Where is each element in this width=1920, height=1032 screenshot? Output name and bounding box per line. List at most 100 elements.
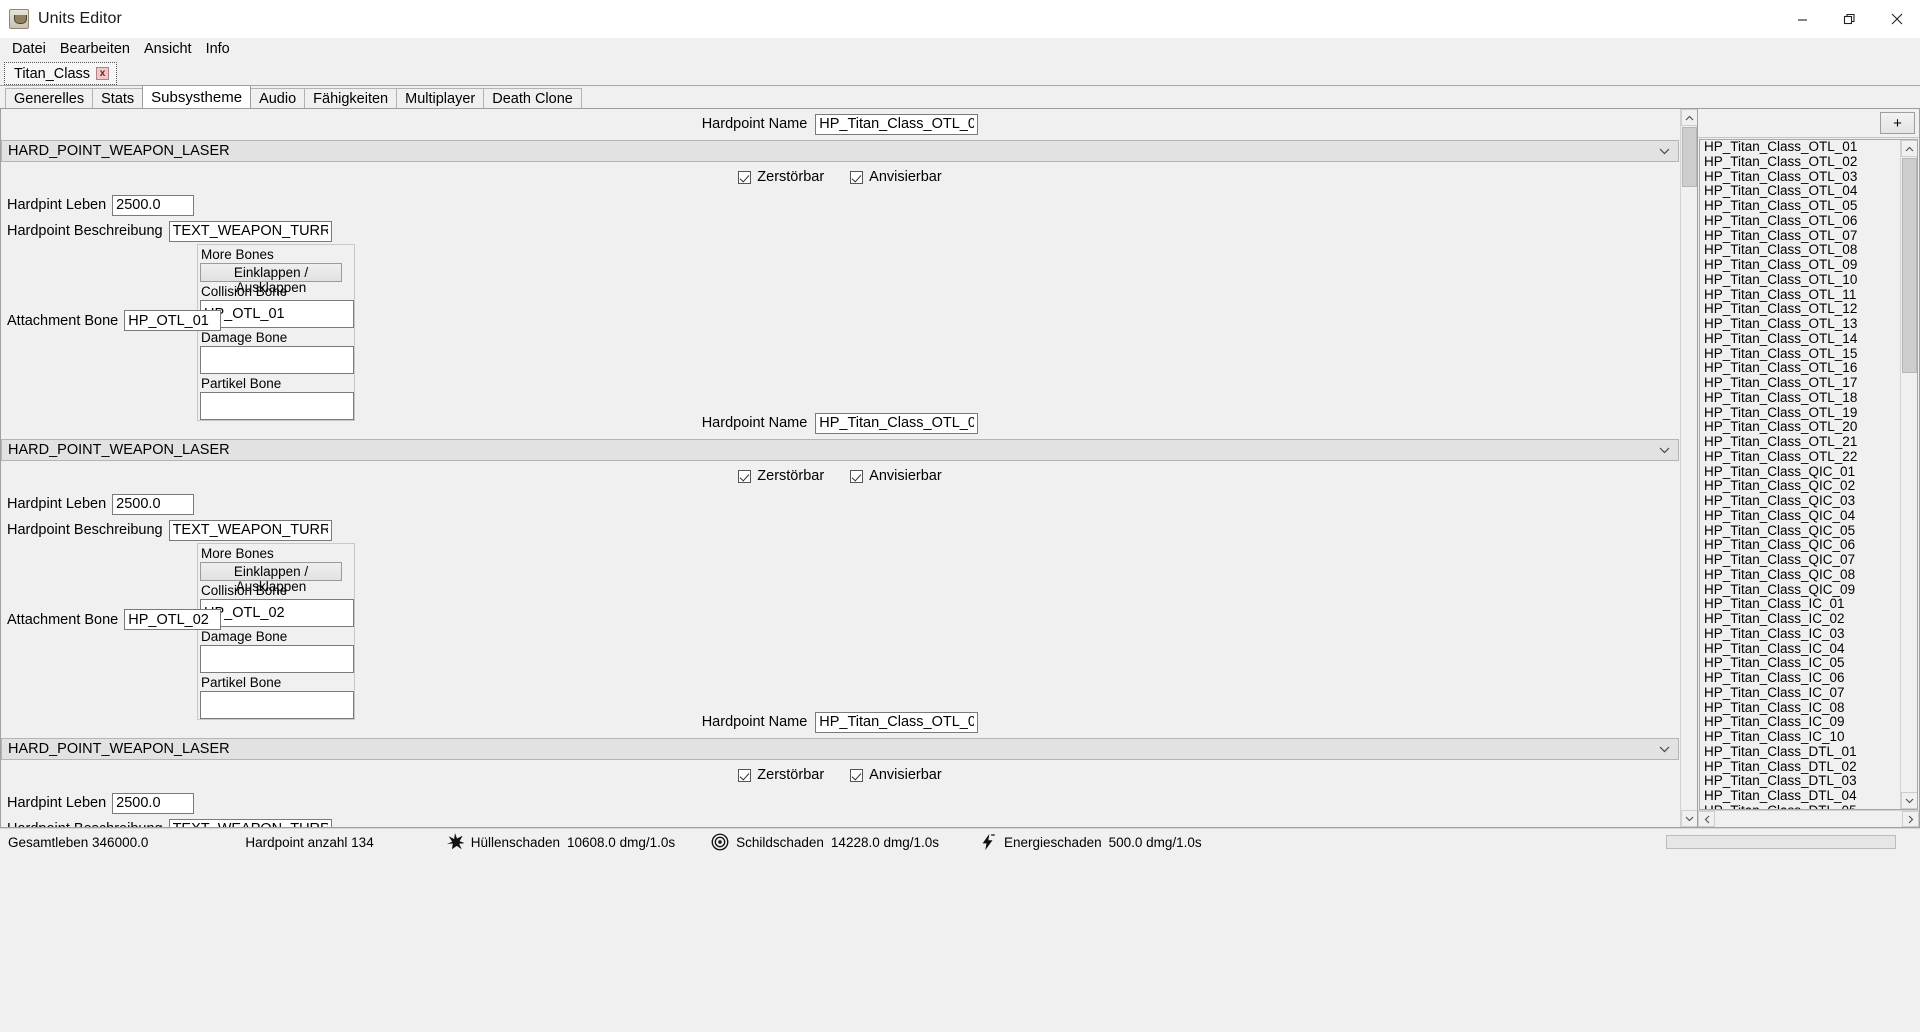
list-item[interactable]: HP_Titan_Class_OTL_18: [1704, 390, 1900, 406]
list-item[interactable]: HP_Titan_Class_IC_03: [1704, 626, 1900, 642]
document-tab-close-icon[interactable]: x: [96, 67, 110, 80]
list-item[interactable]: HP_Titan_Class_OTL_17: [1704, 375, 1900, 391]
maximize-button[interactable]: [1826, 0, 1873, 38]
zerstoerbar-checkbox[interactable]: Zerstörbar: [738, 468, 824, 484]
menu-datei[interactable]: Datei: [5, 40, 53, 58]
hardpoint-leben-input[interactable]: [112, 493, 195, 515]
scroll-up-icon[interactable]: [1681, 109, 1697, 126]
list-item[interactable]: HP_Titan_Class_QIC_03: [1704, 493, 1900, 509]
list-item[interactable]: HP_Titan_Class_OTL_22: [1704, 449, 1900, 465]
list-item[interactable]: HP_Titan_Class_OTL_05: [1704, 198, 1900, 214]
list-item[interactable]: HP_Titan_Class_DTL_04: [1704, 788, 1900, 804]
list-item[interactable]: HP_Titan_Class_OTL_06: [1704, 213, 1900, 229]
attachment-bone-input[interactable]: [124, 609, 222, 630]
scroll-left-icon[interactable]: [1698, 811, 1715, 827]
list-item[interactable]: HP_Titan_Class_QIC_04: [1704, 508, 1900, 524]
list-item[interactable]: HP_Titan_Class_OTL_08: [1704, 242, 1900, 258]
hardpoint-beschreibung-input[interactable]: [168, 220, 332, 242]
form-scroll-thumb[interactable]: [1682, 127, 1697, 187]
list-item[interactable]: HP_Titan_Class_OTL_14: [1704, 331, 1900, 347]
list-item[interactable]: HP_Titan_Class_IC_05: [1704, 655, 1900, 671]
hardpoint-type-combobox[interactable]: HARD_POINT_WEAPON_LASER: [1, 140, 1679, 162]
anvisierbar-checkbox[interactable]: Anvisierbar: [850, 767, 942, 783]
minimize-button[interactable]: [1779, 0, 1826, 38]
hardpoint-beschreibung-input[interactable]: [168, 519, 332, 541]
document-tab-titan-class[interactable]: Titan_Class x: [4, 62, 118, 85]
list-item[interactable]: HP_Titan_Class_OTL_15: [1704, 346, 1900, 362]
list-item[interactable]: HP_Titan_Class_OTL_16: [1704, 360, 1900, 376]
list-item[interactable]: HP_Titan_Class_OTL_10: [1704, 272, 1900, 288]
partikel-bone-input[interactable]: [200, 691, 354, 719]
list-item[interactable]: HP_Titan_Class_DTL_03: [1704, 773, 1900, 789]
list-item[interactable]: HP_Titan_Class_DTL_02: [1704, 759, 1900, 775]
hardpoint-beschreibung-input[interactable]: [168, 818, 332, 827]
list-hscroll-track[interactable]: [1715, 811, 1902, 827]
attachment-bone-input[interactable]: [124, 310, 222, 331]
list-horizontal-scrollbar[interactable]: [1698, 810, 1919, 827]
damage-bone-input[interactable]: [200, 645, 354, 673]
zerstoerbar-checkbox[interactable]: Zerstörbar: [738, 169, 824, 185]
hardpoint-type-combobox[interactable]: HARD_POINT_WEAPON_LASER: [1, 439, 1679, 461]
tab-faehigkeiten[interactable]: Fähigkeiten: [304, 88, 398, 108]
list-item[interactable]: HP_Titan_Class_IC_04: [1704, 641, 1900, 657]
tab-stats[interactable]: Stats: [92, 88, 144, 108]
hardpoint-name-input[interactable]: [815, 412, 979, 434]
menu-bearbeiten[interactable]: Bearbeiten: [53, 40, 137, 58]
hardpoint-name-input[interactable]: [815, 113, 979, 135]
partikel-bone-input[interactable]: [200, 392, 354, 420]
anvisierbar-checkbox[interactable]: Anvisierbar: [850, 169, 942, 185]
list-item[interactable]: HP_Titan_Class_IC_07: [1704, 685, 1900, 701]
list-item[interactable]: HP_Titan_Class_OTL_02: [1704, 154, 1900, 170]
hardpoint-type-combobox[interactable]: HARD_POINT_WEAPON_LASER: [1, 738, 1679, 760]
list-item[interactable]: HP_Titan_Class_IC_02: [1704, 611, 1900, 627]
list-scroll-thumb[interactable]: [1902, 158, 1917, 373]
list-item[interactable]: HP_Titan_Class_QIC_05: [1704, 523, 1900, 539]
list-item[interactable]: HP_Titan_Class_OTL_13: [1704, 316, 1900, 332]
scroll-down-icon[interactable]: [1681, 810, 1697, 827]
list-item[interactable]: HP_Titan_Class_DTL_05: [1704, 803, 1900, 809]
list-item[interactable]: HP_Titan_Class_OTL_07: [1704, 228, 1900, 244]
list-item[interactable]: HP_Titan_Class_OTL_11: [1704, 287, 1900, 303]
list-item[interactable]: HP_Titan_Class_OTL_19: [1704, 405, 1900, 421]
anvisierbar-checkbox[interactable]: Anvisierbar: [850, 468, 942, 484]
damage-bone-input[interactable]: [200, 346, 354, 374]
zerstoerbar-checkbox[interactable]: Zerstörbar: [738, 767, 824, 783]
scroll-down-icon[interactable]: [1901, 792, 1917, 809]
list-item[interactable]: HP_Titan_Class_OTL_21: [1704, 434, 1900, 450]
collision-bone-input[interactable]: [200, 300, 354, 328]
list-item[interactable]: HP_Titan_Class_QIC_02: [1704, 478, 1900, 494]
list-item[interactable]: HP_Titan_Class_IC_08: [1704, 700, 1900, 716]
scroll-up-icon[interactable]: [1901, 140, 1917, 157]
list-item[interactable]: HP_Titan_Class_OTL_12: [1704, 301, 1900, 317]
list-item[interactable]: HP_Titan_Class_IC_01: [1704, 596, 1900, 612]
list-item[interactable]: HP_Titan_Class_QIC_09: [1704, 582, 1900, 598]
list-item[interactable]: HP_Titan_Class_QIC_08: [1704, 567, 1900, 583]
list-item[interactable]: HP_Titan_Class_IC_06: [1704, 670, 1900, 686]
list-item[interactable]: HP_Titan_Class_IC_09: [1704, 714, 1900, 730]
tab-subsystheme[interactable]: Subsystheme: [142, 85, 252, 108]
menu-ansicht[interactable]: Ansicht: [137, 40, 199, 58]
list-item[interactable]: HP_Titan_Class_QIC_06: [1704, 537, 1900, 553]
list-item[interactable]: HP_Titan_Class_OTL_09: [1704, 257, 1900, 273]
collision-bone-input[interactable]: [200, 599, 354, 627]
tab-audio[interactable]: Audio: [250, 88, 306, 108]
tab-multiplayer[interactable]: Multiplayer: [396, 88, 485, 108]
tab-death-clone[interactable]: Death Clone: [483, 88, 582, 108]
hardpoint-name-input[interactable]: [815, 711, 979, 733]
form-vertical-scrollbar[interactable]: [1680, 109, 1697, 827]
hardpoint-list[interactable]: HP_Titan_Class_OTL_01 HP_Titan_Class_OTL_…: [1700, 140, 1900, 809]
tab-generelles[interactable]: Generelles: [5, 88, 94, 108]
list-item[interactable]: HP_Titan_Class_OTL_20: [1704, 419, 1900, 435]
add-hardpoint-button[interactable]: +: [1880, 112, 1915, 134]
list-item[interactable]: HP_Titan_Class_IC_10: [1704, 729, 1900, 745]
hardpoint-leben-input[interactable]: [112, 792, 195, 814]
list-vertical-scrollbar[interactable]: [1900, 140, 1917, 809]
hardpoint-leben-input[interactable]: [112, 194, 195, 216]
collapse-expand-button[interactable]: Einklappen / Ausklappen: [200, 562, 342, 594]
list-item[interactable]: HP_Titan_Class_QIC_07: [1704, 552, 1900, 568]
list-item[interactable]: HP_Titan_Class_DTL_01: [1704, 744, 1900, 760]
close-button[interactable]: [1873, 0, 1920, 38]
menu-info[interactable]: Info: [199, 40, 237, 58]
list-item[interactable]: HP_Titan_Class_OTL_04: [1704, 183, 1900, 199]
scroll-right-icon[interactable]: [1902, 811, 1919, 827]
